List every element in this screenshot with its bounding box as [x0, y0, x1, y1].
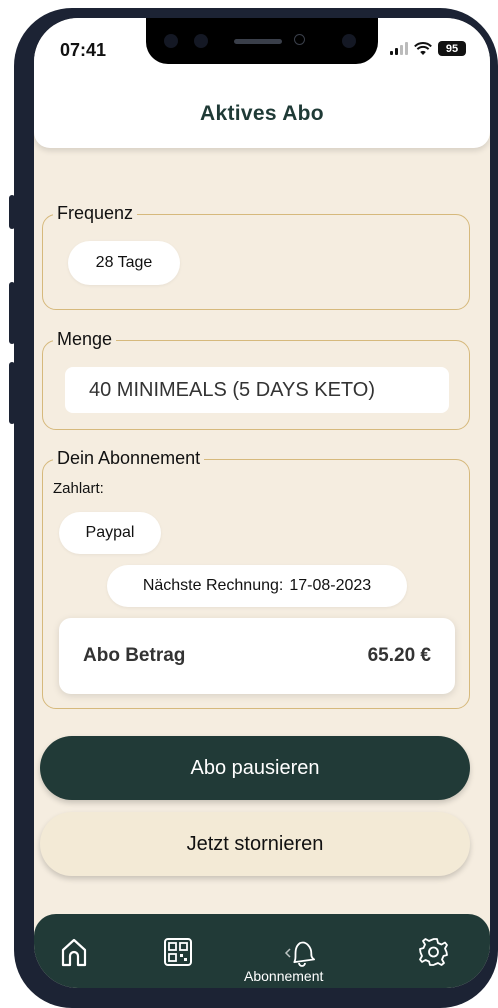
app-header: 07:41 95 Aktives Abo [34, 18, 490, 148]
frequency-value[interactable]: 28 Tage [68, 241, 180, 285]
tab-settings[interactable] [414, 932, 454, 972]
next-invoice: Nächste Rechnung: 17-08-2023 [107, 565, 407, 607]
amount-card: Abo Betrag 65.20 € [59, 618, 455, 694]
tab-qr[interactable] [158, 932, 198, 972]
payment-method-label: Zahlart: [53, 480, 104, 497]
app-screen: 07:41 95 Aktives Abo Frequenz 28 Tage Me… [34, 18, 490, 988]
amount-label: Abo Betrag [83, 645, 186, 666]
home-icon [61, 938, 87, 967]
volume-down-button [9, 362, 15, 424]
bottom-tab-bar: Abonnement [34, 914, 490, 988]
volume-up-button [9, 282, 15, 344]
tab-abonnement-label: Abonnement [244, 968, 324, 984]
signal-icon [390, 42, 408, 55]
camera-notch [146, 18, 378, 64]
tab-abonnement[interactable] [282, 932, 322, 972]
wifi-icon [414, 41, 432, 55]
subscription-legend: Dein Abonnement [53, 448, 205, 469]
bell-icon [284, 941, 316, 967]
frequency-section: Frequenz 28 Tage [42, 203, 470, 310]
qr-code-icon [164, 938, 192, 966]
quantity-value[interactable]: 40 MINIMEALS (5 DAYS KETO) [65, 367, 449, 413]
quantity-section: Menge 40 MINIMEALS (5 DAYS KETO) [42, 329, 470, 430]
payment-method-value[interactable]: Paypal [59, 512, 161, 554]
subscription-section: Dein Abonnement Zahlart: Paypal Nächste … [42, 448, 470, 709]
frequency-legend: Frequenz [53, 203, 138, 224]
pause-subscription-button[interactable]: Abo pausieren [40, 736, 470, 800]
battery-icon: 95 [438, 41, 466, 56]
page-title: Aktives Abo [200, 102, 324, 125]
status-icons: 95 [390, 41, 466, 56]
quantity-legend: Menge [53, 329, 117, 350]
next-invoice-label: Nächste Rechnung: [142, 577, 284, 594]
next-invoice-date: 17-08-2023 [289, 577, 372, 594]
cancel-subscription-button[interactable]: Jetzt stornieren [40, 812, 470, 876]
mute-switch [9, 195, 15, 229]
tab-home[interactable] [54, 932, 94, 972]
amount-value: 65.20 € [367, 645, 431, 666]
gear-icon [419, 938, 448, 966]
status-time: 07:41 [60, 40, 107, 60]
